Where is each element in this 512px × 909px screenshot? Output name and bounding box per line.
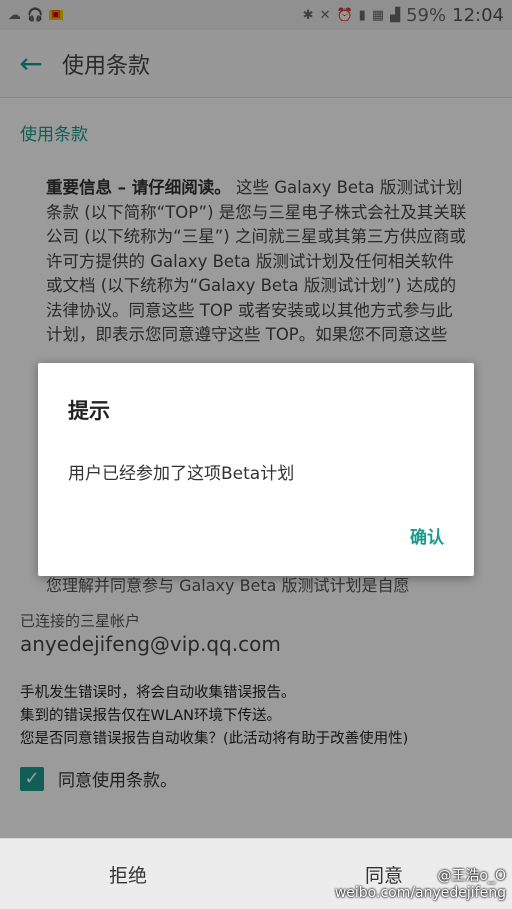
confirm-button[interactable]: 确认 bbox=[410, 523, 444, 548]
watermark: @王浩o_O weibo.com/anyedejifeng bbox=[335, 868, 506, 902]
watermark-handle: @王浩o_O bbox=[437, 868, 506, 884]
dialog-title: 提示 bbox=[68, 399, 110, 423]
dialog-message: 用户已经参加了这项Beta计划 bbox=[68, 464, 295, 484]
alert-dialog: 提示 用户已经参加了这项Beta计划 确认 bbox=[38, 363, 474, 576]
reject-button[interactable]: 拒绝 bbox=[0, 839, 256, 909]
watermark-url: weibo.com/anyedejifeng bbox=[334, 885, 506, 901]
